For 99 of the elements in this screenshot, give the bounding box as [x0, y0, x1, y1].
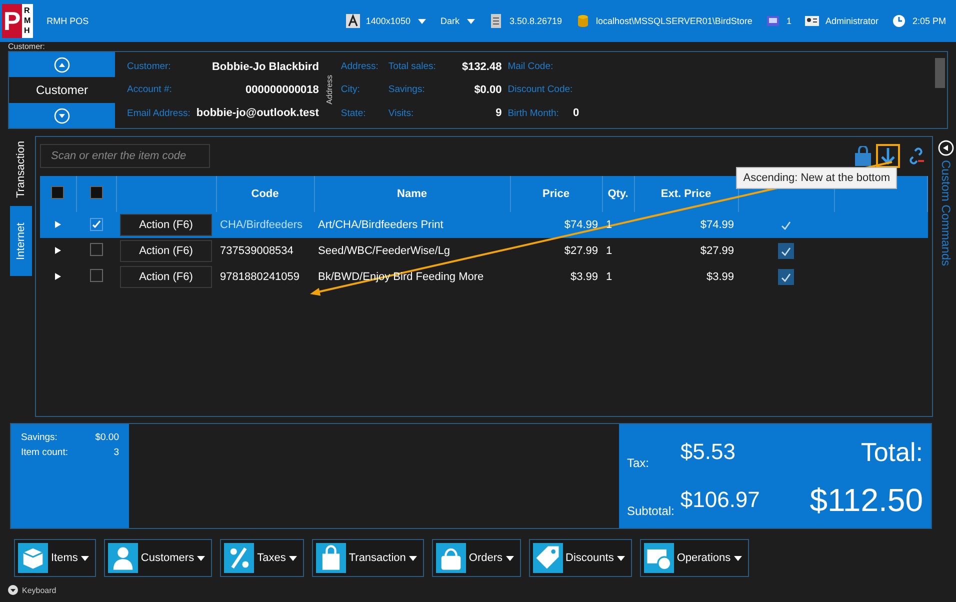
caret-icon	[506, 556, 514, 560]
caret-icon	[288, 556, 297, 560]
table-cell: CHA/Birdfeeders	[216, 212, 314, 238]
expand-icon[interactable]	[55, 273, 61, 280]
field-label: Discount Code:	[508, 84, 573, 96]
caret-icon	[418, 18, 426, 24]
table-cell: 1	[602, 238, 634, 264]
menu-button[interactable]: Orders	[432, 539, 521, 577]
field-label: Savings:	[387, 84, 426, 96]
bag-icon[interactable]	[854, 146, 872, 166]
previous-customer-button[interactable]	[9, 52, 115, 77]
database-icon	[576, 14, 590, 28]
field-value: $0.00	[473, 84, 502, 96]
table-cell: $74.99	[634, 212, 738, 238]
menu-button[interactable]: Items	[14, 539, 96, 577]
address-caption: Address	[324, 75, 335, 105]
menu-button[interactable]: Transaction	[312, 539, 424, 577]
table-cell: 737539008534	[216, 238, 314, 264]
menu-button[interactable]: Discounts	[528, 539, 632, 577]
side-tab[interactable]: Internet	[10, 206, 32, 276]
scrollbar[interactable]	[935, 58, 945, 88]
column-header[interactable]: Code	[251, 188, 279, 200]
expand-icon[interactable]	[55, 247, 61, 254]
table-cell-text: 9781880241059	[219, 270, 301, 285]
app-name: RMH POS	[46, 16, 89, 26]
field-value: $132.48	[460, 60, 502, 73]
table-cell-text: $3.99	[705, 270, 735, 285]
summary-label: Savings:	[21, 432, 58, 443]
table-cell-text: $3.99	[569, 270, 599, 285]
row-checkbox[interactable]	[90, 218, 102, 231]
database-text: localhost\MSSQLSERVER01\BirdStore	[596, 16, 752, 26]
menu-button[interactable]: Customers	[104, 539, 212, 577]
subtotal-value: $106.97	[680, 487, 760, 513]
total-value: $112.50	[808, 482, 923, 518]
station-count: 1	[786, 16, 792, 26]
scan-field[interactable]: Scan or enter the item code	[40, 144, 210, 168]
tax-value: $5.53	[680, 439, 736, 465]
field-label: Email Address:	[127, 108, 190, 119]
field-label: Customer:	[127, 61, 172, 72]
field-value: 000000000018	[244, 84, 319, 96]
menu-button[interactable]: Operations	[640, 539, 749, 577]
column-header[interactable]: Name	[397, 188, 427, 200]
user-card-icon	[805, 14, 820, 28]
caret-icon	[616, 556, 625, 560]
field-label: City:	[340, 84, 361, 96]
row-checkbox[interactable]	[90, 243, 102, 256]
custom-commands-tab[interactable]: Custom Commands	[939, 160, 953, 266]
summary-label: Item count:	[21, 447, 69, 458]
action-button[interactable]: Action (F6)	[120, 266, 212, 288]
column-header[interactable]: Ext. Price	[660, 188, 712, 200]
tax-label: Tax:	[627, 456, 650, 472]
field-label: Account #:	[127, 84, 173, 96]
table-cell: Art/CHA/Birdfeeders Print	[314, 212, 510, 238]
next-customer-button[interactable]	[9, 103, 115, 128]
column-header[interactable]: Price	[542, 188, 570, 200]
summary-value: $0.00	[95, 432, 119, 443]
clock-time: 2:05 PM	[912, 16, 946, 26]
station-icon	[766, 14, 780, 28]
total-label: Total:	[860, 436, 923, 468]
clock-icon	[892, 14, 906, 28]
version-icon	[489, 14, 504, 28]
collapse-icon[interactable]	[938, 140, 954, 156]
caret-icon	[80, 556, 89, 560]
field-label: Total sales:	[387, 61, 436, 72]
table-cell: $27.99	[634, 238, 738, 264]
select-all-checkbox[interactable]	[51, 186, 64, 199]
summary-value: 3	[112, 447, 119, 458]
action-button[interactable]: Action (F6)	[120, 214, 212, 236]
tooltip: Ascending: New at the bottom	[736, 167, 897, 189]
field-value: bobbie-jo@outlook.test	[196, 107, 319, 120]
field-value: Bobbie-Jo Blackbird	[210, 60, 319, 73]
keyboard-label[interactable]: Keyboard	[22, 586, 56, 594]
table-cell: Seed/WBC/FeederWise/Lg	[314, 238, 510, 264]
field-value: 0	[572, 107, 580, 120]
table-cell: $27.99	[510, 238, 602, 264]
select-all-checkbox[interactable]	[90, 186, 102, 199]
version-text: 3.50.8.26719	[509, 16, 562, 26]
menu-button[interactable]: Taxes	[220, 539, 304, 577]
font-size-icon	[346, 14, 360, 28]
action-button[interactable]: Action (F6)	[120, 240, 212, 262]
row-checkbox[interactable]	[90, 269, 102, 282]
theme-dropdown[interactable]: Dark	[440, 16, 476, 26]
field-label: Mail Code:	[508, 61, 554, 72]
field-label: Birth Month:	[508, 108, 559, 119]
table-cell-text: 1	[605, 270, 614, 285]
field-label: Visits:	[387, 108, 415, 119]
user-name: Administrator	[825, 16, 878, 26]
field-label: Address:	[340, 61, 378, 72]
resolution-dropdown[interactable]: 1400x1050	[366, 16, 426, 26]
expand-circle-icon[interactable]	[8, 585, 18, 595]
table-cell: $74.99	[510, 212, 602, 238]
subtotal-label: Subtotal:	[627, 504, 674, 520]
caret-icon	[197, 556, 206, 560]
caret-icon	[408, 556, 417, 560]
section-label: Customer:	[7, 42, 46, 51]
caret-icon	[467, 18, 476, 24]
field-label: State:	[340, 108, 367, 119]
caret-icon	[734, 556, 742, 560]
field-value: 9	[494, 107, 502, 120]
